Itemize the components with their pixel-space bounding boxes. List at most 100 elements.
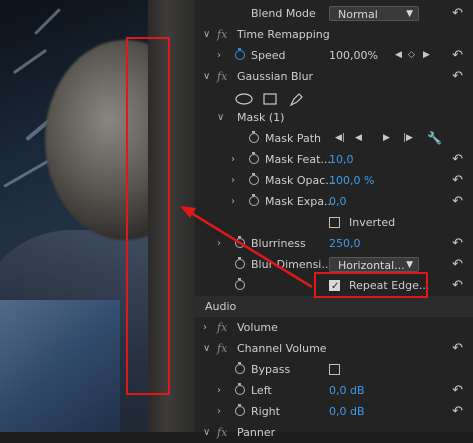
stopwatch-icon[interactable] bbox=[235, 48, 245, 60]
preview-streak bbox=[34, 8, 61, 35]
reset-icon[interactable]: ↶ bbox=[452, 66, 463, 87]
stopwatch-icon[interactable] bbox=[235, 362, 245, 374]
stopwatch-icon[interactable] bbox=[235, 404, 245, 416]
speed-row: › Speed 100,00% ◀ ◇ ▶ ↶ bbox=[195, 45, 473, 66]
bypass-row: Bypass bbox=[195, 359, 473, 380]
chevron-down-icon[interactable]: ∨ bbox=[203, 66, 210, 87]
rectangle-mask-icon[interactable] bbox=[263, 93, 277, 105]
right-channel-value[interactable]: 0,0 dB bbox=[329, 401, 365, 422]
channel-volume-row[interactable]: ∨ fx Channel Volume ↶ bbox=[195, 338, 473, 359]
bypass-checkbox[interactable] bbox=[329, 364, 340, 375]
reset-icon[interactable]: ↶ bbox=[452, 401, 463, 422]
prev-keyframe-icon[interactable]: ◀ bbox=[395, 45, 402, 66]
audio-section-header: Audio bbox=[195, 296, 473, 317]
ellipse-mask-icon[interactable] bbox=[235, 93, 253, 105]
blur-dimensions-value: Horizontal... bbox=[338, 259, 405, 272]
volume-label: Volume bbox=[237, 321, 278, 334]
panner-label: Panner bbox=[237, 426, 276, 439]
blend-mode-row: Blend Mode Normal ▼ ↶ bbox=[195, 3, 473, 24]
reset-icon[interactable]: ↶ bbox=[452, 149, 463, 170]
fx-icon: fx bbox=[217, 70, 228, 83]
preview-shard bbox=[0, 300, 120, 432]
time-remapping-label: Time Remapping bbox=[237, 28, 330, 41]
mask-opacity-label: Mask Opac... bbox=[265, 174, 336, 187]
mask-path-label: Mask Path bbox=[265, 132, 321, 145]
left-channel-value[interactable]: 0,0 dB bbox=[329, 380, 365, 401]
inverted-checkbox[interactable] bbox=[329, 217, 340, 228]
chevron-down-icon[interactable]: ∨ bbox=[203, 24, 210, 45]
reset-icon[interactable]: ↶ bbox=[452, 275, 463, 296]
stopwatch-icon[interactable] bbox=[249, 194, 259, 206]
effect-controls-panel: Blend Mode Normal ▼ ↶ ∨ fx Time Remappin… bbox=[195, 0, 473, 439]
track-backward-one-icon[interactable]: ◀| bbox=[335, 128, 345, 149]
stopwatch-icon[interactable] bbox=[249, 131, 259, 143]
fx-icon: fx bbox=[217, 426, 228, 439]
chevron-right-icon[interactable]: › bbox=[203, 317, 207, 338]
chevron-right-icon[interactable]: › bbox=[231, 191, 235, 212]
track-forward-one-icon[interactable]: |▶ bbox=[403, 128, 413, 149]
chevron-right-icon[interactable]: › bbox=[217, 45, 221, 66]
mask-expansion-value[interactable]: 0,0 bbox=[329, 191, 347, 212]
wrench-icon[interactable]: 🔧 bbox=[427, 128, 442, 149]
blend-mode-dropdown[interactable]: Normal ▼ bbox=[329, 6, 419, 21]
reset-icon[interactable]: ↶ bbox=[452, 380, 463, 401]
reset-icon[interactable]: ↶ bbox=[452, 45, 463, 66]
reset-icon[interactable]: ↶ bbox=[452, 191, 463, 212]
chevron-right-icon[interactable]: › bbox=[231, 149, 235, 170]
chevron-down-icon[interactable]: ∨ bbox=[203, 338, 210, 359]
gaussian-blur-row[interactable]: ∨ fx Gaussian Blur ↶ bbox=[195, 66, 473, 87]
blurriness-value[interactable]: 250,0 bbox=[329, 233, 361, 254]
fx-icon: fx bbox=[217, 28, 228, 41]
bypass-label: Bypass bbox=[251, 363, 291, 376]
reset-icon[interactable]: ↶ bbox=[452, 338, 463, 359]
chevron-right-icon[interactable]: › bbox=[217, 380, 221, 401]
blurriness-row: › Blurriness 250,0 ↶ bbox=[195, 233, 473, 254]
fx-icon: fx bbox=[217, 321, 228, 334]
chevron-down-icon[interactable]: ∨ bbox=[217, 107, 224, 128]
blurriness-label: Blurriness bbox=[251, 237, 306, 250]
highlight-box-repeat-edge bbox=[314, 272, 428, 298]
mask-tools-row bbox=[195, 88, 473, 109]
chevron-down-icon[interactable]: ∨ bbox=[203, 422, 210, 443]
speed-label: Speed bbox=[251, 49, 286, 62]
left-channel-row: › Left 0,0 dB ↶ bbox=[195, 380, 473, 401]
track-backward-icon[interactable]: ◀ bbox=[355, 128, 362, 149]
chevron-down-icon: ▼ bbox=[406, 260, 413, 270]
volume-row[interactable]: › fx Volume bbox=[195, 317, 473, 338]
chevron-right-icon[interactable]: › bbox=[217, 233, 221, 254]
pen-mask-icon[interactable] bbox=[289, 93, 303, 107]
mask-path-row: Mask Path ◀| ◀ ▶ |▶ 🔧 bbox=[195, 128, 473, 149]
add-keyframe-icon[interactable]: ◇ bbox=[408, 45, 415, 66]
reset-icon[interactable]: ↶ bbox=[452, 170, 463, 191]
panner-row[interactable]: ∨ fx Panner bbox=[195, 422, 473, 443]
reset-icon[interactable]: ↶ bbox=[452, 233, 463, 254]
chevron-right-icon[interactable]: › bbox=[217, 401, 221, 422]
right-channel-label: Right bbox=[251, 405, 280, 418]
mask-feather-label: Mask Feat... bbox=[265, 153, 331, 166]
left-channel-label: Left bbox=[251, 384, 272, 397]
track-forward-icon[interactable]: ▶ bbox=[383, 128, 390, 149]
stopwatch-icon[interactable] bbox=[249, 173, 259, 185]
stopwatch-icon[interactable] bbox=[235, 278, 245, 290]
mask-feather-value[interactable]: 10,0 bbox=[329, 149, 354, 170]
speed-value[interactable]: 100,00% bbox=[329, 45, 378, 66]
stopwatch-icon[interactable] bbox=[249, 152, 259, 164]
chevron-right-icon[interactable]: › bbox=[231, 170, 235, 191]
mask-row[interactable]: ∨ Mask (1) bbox=[195, 107, 473, 128]
mask-opacity-row: › Mask Opac... 100,0 % ↶ bbox=[195, 170, 473, 191]
blur-dimensions-dropdown[interactable]: Horizontal... ▼ bbox=[329, 257, 419, 272]
audio-section-label: Audio bbox=[205, 300, 237, 313]
reset-icon[interactable]: ↶ bbox=[452, 3, 463, 24]
stopwatch-icon[interactable] bbox=[235, 236, 245, 248]
stopwatch-icon[interactable] bbox=[235, 383, 245, 395]
mask-opacity-value[interactable]: 100,0 % bbox=[329, 170, 374, 191]
fx-icon: fx bbox=[217, 342, 228, 355]
inverted-label: Inverted bbox=[349, 216, 396, 229]
reset-icon[interactable]: ↶ bbox=[452, 254, 463, 275]
highlight-box-preview bbox=[126, 37, 170, 395]
mask-expansion-row: › Mask Expa... 0,0 ↶ bbox=[195, 191, 473, 212]
stopwatch-icon[interactable] bbox=[235, 257, 245, 269]
time-remapping-row[interactable]: ∨ fx Time Remapping bbox=[195, 24, 473, 45]
mask-label: Mask (1) bbox=[237, 111, 285, 124]
next-keyframe-icon[interactable]: ▶ bbox=[423, 45, 430, 66]
